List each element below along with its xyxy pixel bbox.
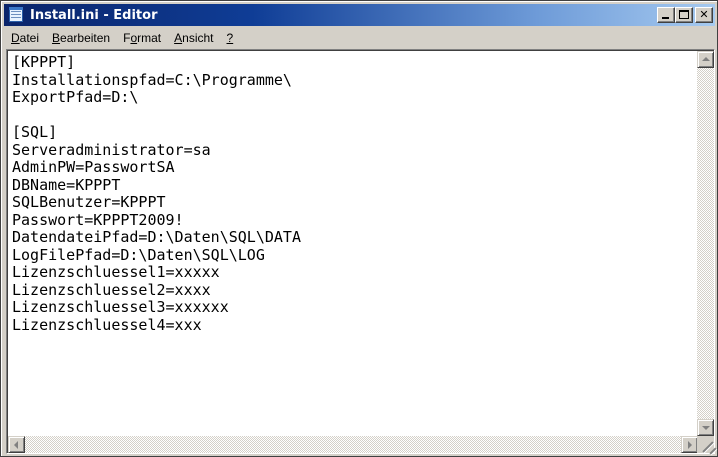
text-line[interactable]: DBName=KPPPT <box>12 176 692 195</box>
close-button[interactable]: ✕ <box>695 7 713 23</box>
text-line[interactable]: [SQL] <box>12 123 692 142</box>
menu-bearbeiten[interactable]: Bearbeiten <box>45 31 116 45</box>
size-grip-icon[interactable] <box>697 436 717 455</box>
scroll-right-button[interactable] <box>681 436 698 453</box>
arrow-left-icon <box>14 441 18 449</box>
horizontal-scrollbar[interactable] <box>8 436 698 453</box>
text-line[interactable]: LogFilePfad=D:\Daten\SQL\LOG <box>12 246 692 265</box>
text-line[interactable]: Lizenzschluessel3=xxxxxx <box>12 298 692 317</box>
title-bar[interactable]: Install.ini - Editor ✕ <box>4 4 715 26</box>
text-line[interactable]: DatendateiPfad=D:\Daten\SQL\DATA <box>12 228 692 247</box>
minimize-icon <box>662 17 669 19</box>
notepad-icon[interactable] <box>8 7 24 23</box>
menu-bar: Datei Bearbeiten Format Ansicht ? <box>4 28 715 47</box>
maximize-icon <box>679 10 689 19</box>
arrow-down-icon <box>702 426 710 430</box>
text-line[interactable]: ExportPfad=D:\ <box>12 88 692 107</box>
text-line[interactable]: AdminPW=PasswortSA <box>12 158 692 177</box>
scroll-up-button[interactable] <box>697 51 714 68</box>
arrow-up-icon <box>702 57 710 61</box>
menu-ansicht[interactable]: Ansicht <box>167 31 219 45</box>
editor-window: Install.ini - Editor ✕ Datei Bearbeiten … <box>0 0 718 457</box>
menu-datei[interactable]: Datei <box>4 31 45 45</box>
text-line[interactable]: Lizenzschluessel4=xxx <box>12 316 692 335</box>
menu-help[interactable]: ? <box>220 31 240 45</box>
text-line[interactable] <box>12 107 692 125</box>
window-title: Install.ini - Editor <box>30 7 158 23</box>
text-line[interactable]: Lizenzschluessel2=xxxx <box>12 281 692 300</box>
window-controls: ✕ <box>657 7 713 23</box>
arrow-right-icon <box>688 441 692 449</box>
menu-format[interactable]: Format <box>116 31 167 45</box>
text-content[interactable]: [KPPPT] Installationspfad=C:\Programme\ Ex… <box>12 54 692 432</box>
text-editor[interactable]: [KPPPT] Installationspfad=C:\Programme\ Ex… <box>6 49 717 455</box>
close-icon: ✕ <box>699 8 709 21</box>
minimize-button[interactable] <box>657 7 675 23</box>
text-line[interactable]: [KPPPT] <box>12 54 692 72</box>
maximize-button[interactable] <box>675 7 693 23</box>
scroll-left-button[interactable] <box>8 436 25 453</box>
text-line[interactable]: SQLBenutzer=KPPPT <box>12 193 692 212</box>
vertical-scrollbar[interactable] <box>697 51 714 436</box>
text-line[interactable]: Lizenzschluessel1=xxxxx <box>12 263 692 282</box>
text-line[interactable]: Passwort=KPPPT2009! <box>12 211 692 230</box>
scroll-down-button[interactable] <box>697 419 714 436</box>
text-line[interactable]: Installationspfad=C:\Programme\ <box>12 71 692 90</box>
text-line[interactable]: Serveradministrator=sa <box>12 141 692 160</box>
